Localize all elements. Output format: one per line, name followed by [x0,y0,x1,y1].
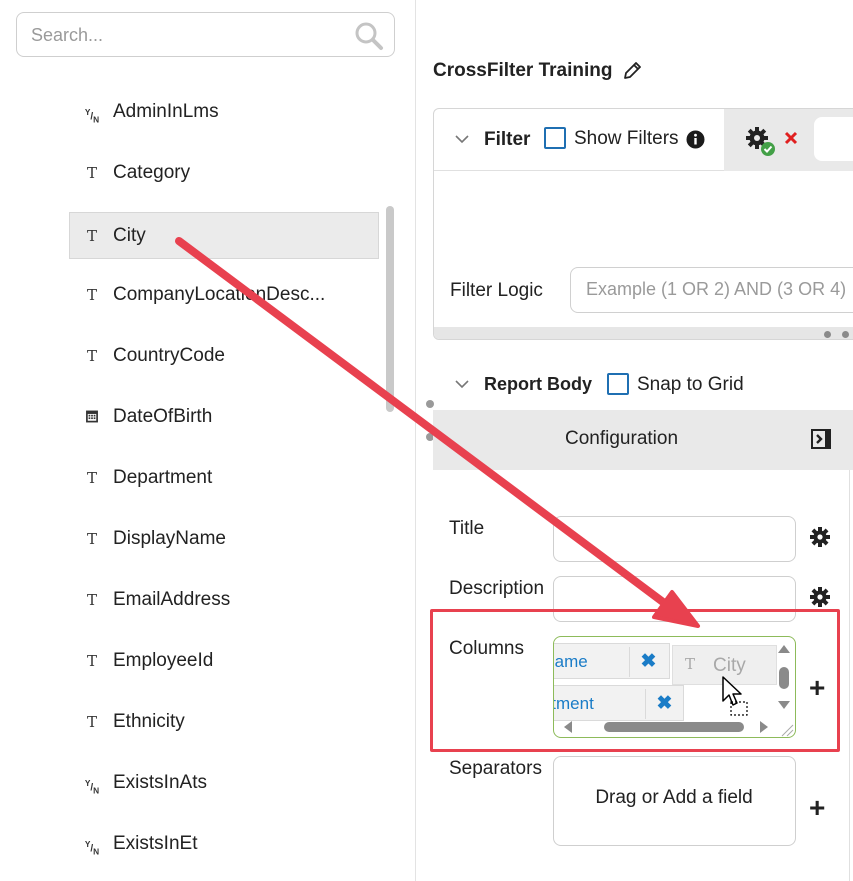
separators-drop-zone[interactable]: Drag or Add a field [553,756,796,846]
filter-horizontal-scrollbar[interactable] [434,327,853,339]
text-type-icon: T [86,713,97,731]
report-title-text: CrossFilter Training [433,60,613,81]
field-label: Department [113,467,213,488]
gear-icon[interactable] [809,586,831,608]
columns-drop-zone[interactable]: FullName ✖ Department ✖ T City [553,636,796,738]
filter-logic-label: Filter Logic [450,280,543,301]
configuration-label: Configuration [565,428,679,449]
column-chip-label: Department [553,694,594,713]
remove-column-icon[interactable]: ✖ [645,689,683,719]
field-label: EmployeeId [113,650,214,671]
gear-icon[interactable] [809,526,831,548]
divider [849,470,850,881]
text-type-icon: T [86,652,97,670]
field-item-employeeid[interactable]: T EmployeeId [69,637,379,684]
add-column-button[interactable]: + [809,674,825,702]
field-item-ethnicity[interactable]: T Ethnicity [69,698,379,745]
text-type-icon: T [86,469,97,487]
text-type-icon: T [86,347,97,365]
calendar-icon [86,410,98,423]
filter-value-box[interactable] [814,117,853,161]
field-label: Category [113,162,191,183]
snap-to-grid-checkbox[interactable] [607,373,629,395]
search-box[interactable] [16,12,395,57]
configuration-header: Configuration [433,410,853,470]
field-list-panel: Y/N AdminInLms T Category T City T Compa… [0,0,416,881]
field-label: Ethnicity [113,711,185,732]
collapse-panel-icon[interactable] [811,429,831,449]
field-item-companylocationdesc[interactable]: T CompanyLocationDesc... [69,271,379,318]
field-item-emailaddress[interactable]: T EmailAddress [69,576,379,623]
report-title: CrossFilter Training [433,60,642,82]
field-label: AdminInLms [113,101,219,122]
field-label: DisplayName [113,528,226,549]
settings-check-icon[interactable] [746,127,778,159]
info-icon[interactable] [686,130,705,149]
field-item-existsinet[interactable]: Y/N ExistsInEt [69,820,379,867]
filter-logic-input[interactable]: Example (1 OR 2) AND (3 OR 4) [570,267,853,313]
filter-section: Filter Show Filters Filter Logic Example… [433,108,853,340]
description-input[interactable] [553,576,796,622]
column-chip-label: FullName [554,652,588,671]
field-label: ExistsInEt [113,833,198,854]
resize-grip-icon[interactable] [780,723,794,737]
boolean-icon: Y/N [84,839,100,857]
text-type-icon: T [86,286,97,304]
field-item-city[interactable]: T City [69,212,379,259]
boolean-icon: Y/N [84,778,100,796]
show-filters-label: Show Filters [574,128,679,149]
field-label: EmailAddress [113,589,231,610]
field-item-department[interactable]: T Department [69,454,379,501]
filter-label: Filter [484,129,531,150]
pencil-icon[interactable] [622,61,642,81]
field-label: DateOfBirth [113,406,213,427]
text-type-icon: T [685,655,696,673]
show-filters-checkbox[interactable] [544,127,566,149]
columns-label: Columns [449,638,524,659]
field-item-countrycode[interactable]: T CountryCode [69,332,379,379]
field-label: ExistsInAts [113,772,207,793]
search-icon[interactable] [354,21,384,51]
delete-icon[interactable] [784,131,798,145]
search-input[interactable] [31,22,351,48]
snap-to-grid-label: Snap to Grid [637,374,744,395]
separators-placeholder: Drag or Add a field [595,787,753,808]
columns-vertical-scrollbar[interactable] [776,641,792,713]
report-body-label: Report Body [484,374,592,394]
field-list-scrollbar[interactable] [386,206,394,412]
text-type-icon: T [86,530,97,548]
text-type-icon: T [86,591,97,609]
separators-label: Separators [449,758,542,779]
dragging-field-label: City [713,655,746,676]
field-item-category[interactable]: T Category [69,149,379,196]
field-label: CompanyLocationDesc... [113,284,326,305]
field-label: CountryCode [113,345,225,366]
boolean-icon: Y/N [84,107,100,125]
filter-toolbar [724,109,853,171]
field-label: City [113,225,146,246]
filter-header: Filter Show Filters [434,109,853,171]
report-designer-panel: CrossFilter Training Filter Show Filters [417,0,853,881]
chevron-down-icon[interactable] [454,131,470,147]
field-item-dateofbirth[interactable]: DateOfBirth [69,393,379,440]
columns-horizontal-scrollbar[interactable] [560,719,772,735]
remove-column-icon[interactable]: ✖ [629,647,667,677]
title-input[interactable] [553,516,796,562]
description-label: Description [449,578,545,599]
title-label: Title [449,518,485,539]
field-item-displayname[interactable]: T DisplayName [69,515,379,562]
drag-cursor-icon [722,676,748,716]
field-item-existsinats[interactable]: Y/N ExistsInAts [69,759,379,806]
add-separator-button[interactable]: + [809,794,825,822]
text-type-icon: T [86,164,97,182]
column-chip[interactable]: Department ✖ [553,685,684,721]
field-item-admininlms[interactable]: Y/N AdminInLms [69,88,379,135]
text-type-icon: T [86,227,97,245]
column-chip[interactable]: FullName ✖ [554,643,670,679]
chevron-down-icon[interactable] [454,376,470,392]
